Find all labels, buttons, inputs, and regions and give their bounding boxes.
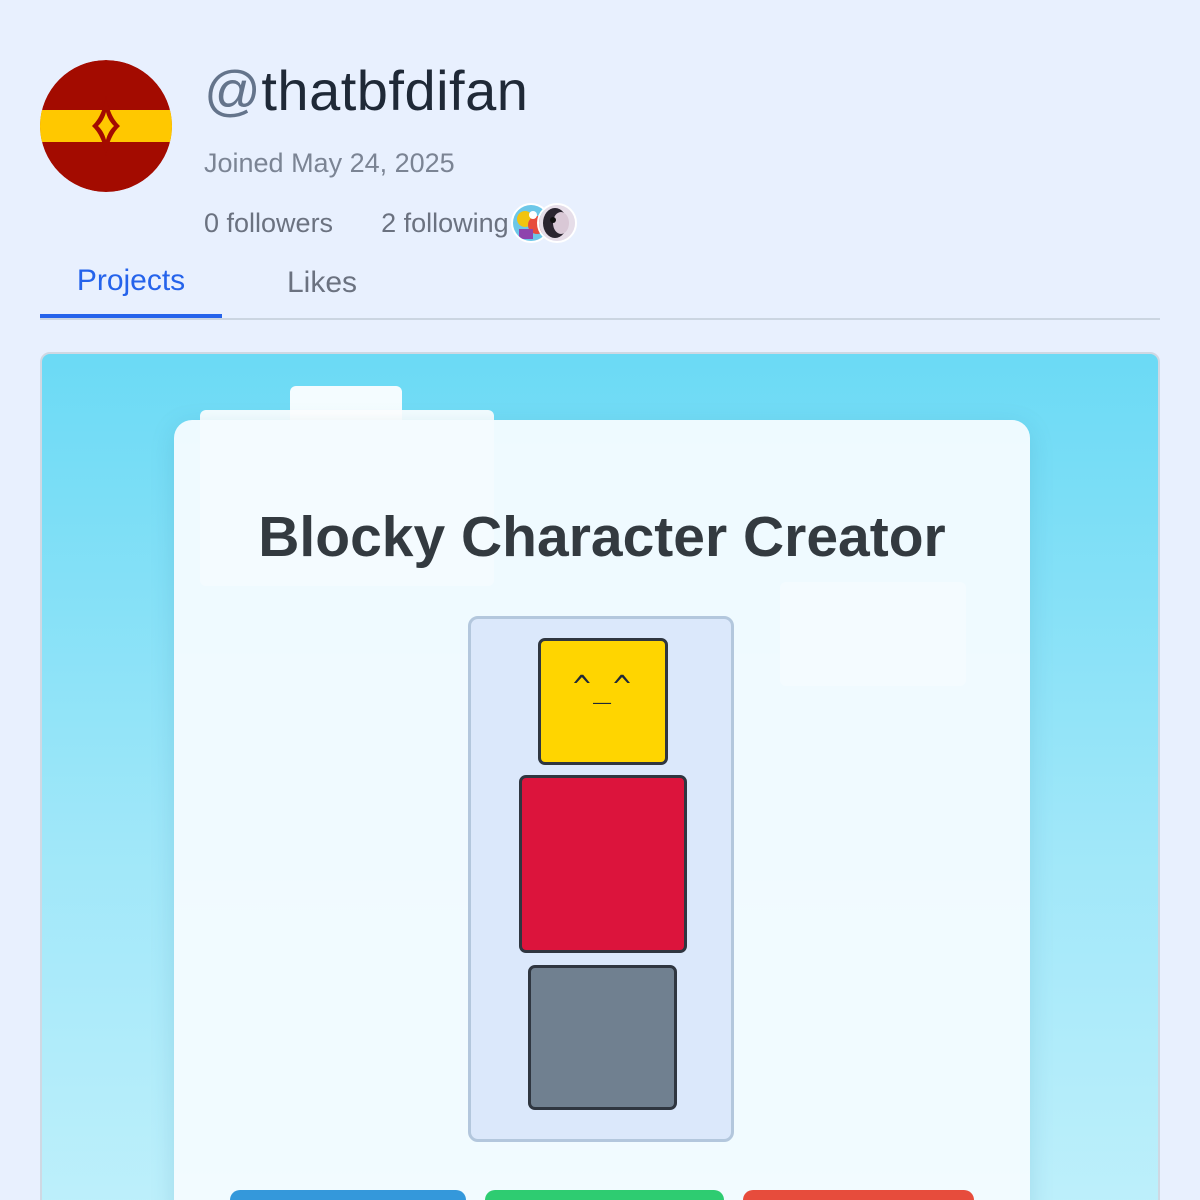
character-legs — [528, 965, 677, 1110]
username-at-symbol: @ — [204, 59, 262, 122]
following-avatars[interactable] — [510, 203, 577, 243]
dark-portrait-icon — [538, 205, 575, 241]
follow-stats: 0 followers 2 following — [204, 203, 577, 243]
tab-projects[interactable]: Projects — [40, 248, 222, 318]
project-card[interactable]: Blocky Character Creator ^_^ — [40, 352, 1160, 1200]
followers-link[interactable]: 0 followers — [204, 208, 333, 239]
profile-username: @thatbfdifan — [204, 58, 528, 123]
avatar-emblem-icon — [40, 60, 172, 192]
username-handle: thatbfdifan — [261, 59, 529, 122]
profile-avatar — [40, 60, 172, 192]
project-preview-panel: Blocky Character Creator ^_^ — [174, 420, 1030, 1200]
red-button[interactable] — [743, 1190, 974, 1200]
project-title: Blocky Character Creator — [258, 505, 946, 569]
green-button[interactable] — [485, 1190, 724, 1200]
following-avatar[interactable] — [536, 203, 577, 243]
character-preview: ^_^ — [468, 616, 734, 1142]
character-torso — [519, 775, 687, 953]
blue-button[interactable] — [230, 1190, 466, 1200]
character-face: ^_^ — [572, 670, 634, 705]
joined-date: Joined May 24, 2025 — [204, 148, 455, 178]
profile-page: @thatbfdifan Joined May 24, 2025 0 follo… — [0, 0, 1200, 1200]
tab-likes[interactable]: Likes — [222, 248, 422, 318]
following-link[interactable]: 2 following — [381, 208, 509, 239]
profile-tabs: Projects Likes — [40, 248, 1160, 320]
character-head: ^_^ — [538, 638, 668, 765]
